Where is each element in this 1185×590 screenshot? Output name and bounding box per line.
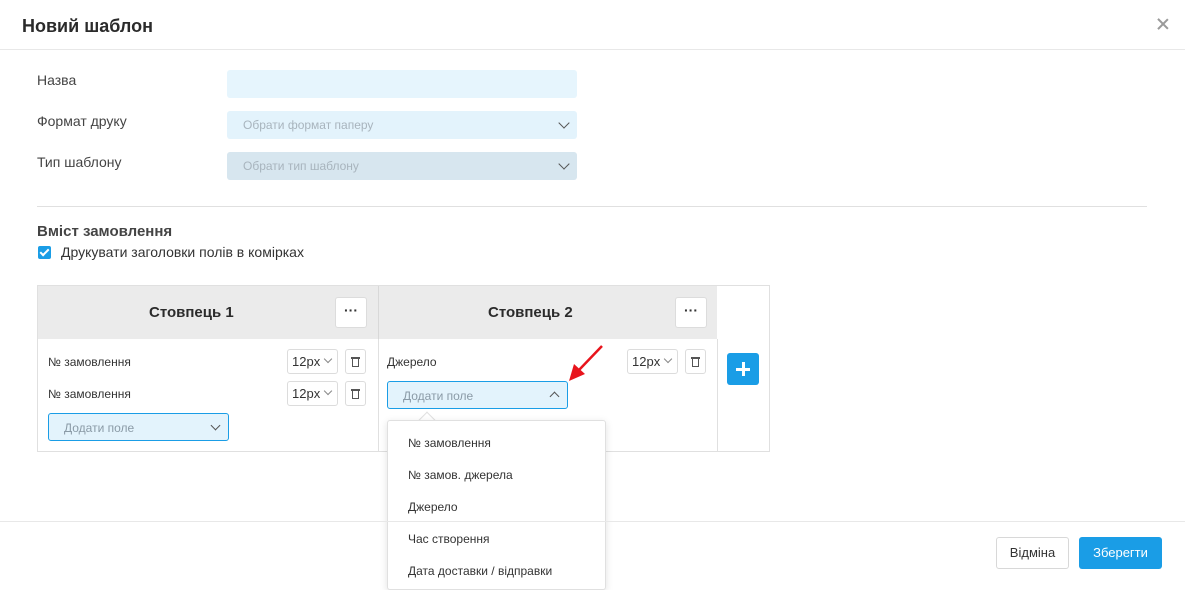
- save-button[interactable]: Зберегти: [1079, 537, 1162, 569]
- dropdown-option[interactable]: Дата доставки / відправки: [408, 564, 552, 578]
- footer-divider: [0, 521, 1185, 522]
- dropdown-option[interactable]: № замов. джерела: [408, 468, 513, 482]
- dropdown-option[interactable]: Джерело: [408, 500, 458, 514]
- dropdown-option[interactable]: № замовлення: [408, 436, 491, 450]
- dropdown-option[interactable]: Час створення: [408, 532, 490, 546]
- add-field-dropdown: № замовлення № замов. джерела Джерело Ча…: [387, 420, 606, 590]
- cancel-button[interactable]: Відміна: [996, 537, 1069, 569]
